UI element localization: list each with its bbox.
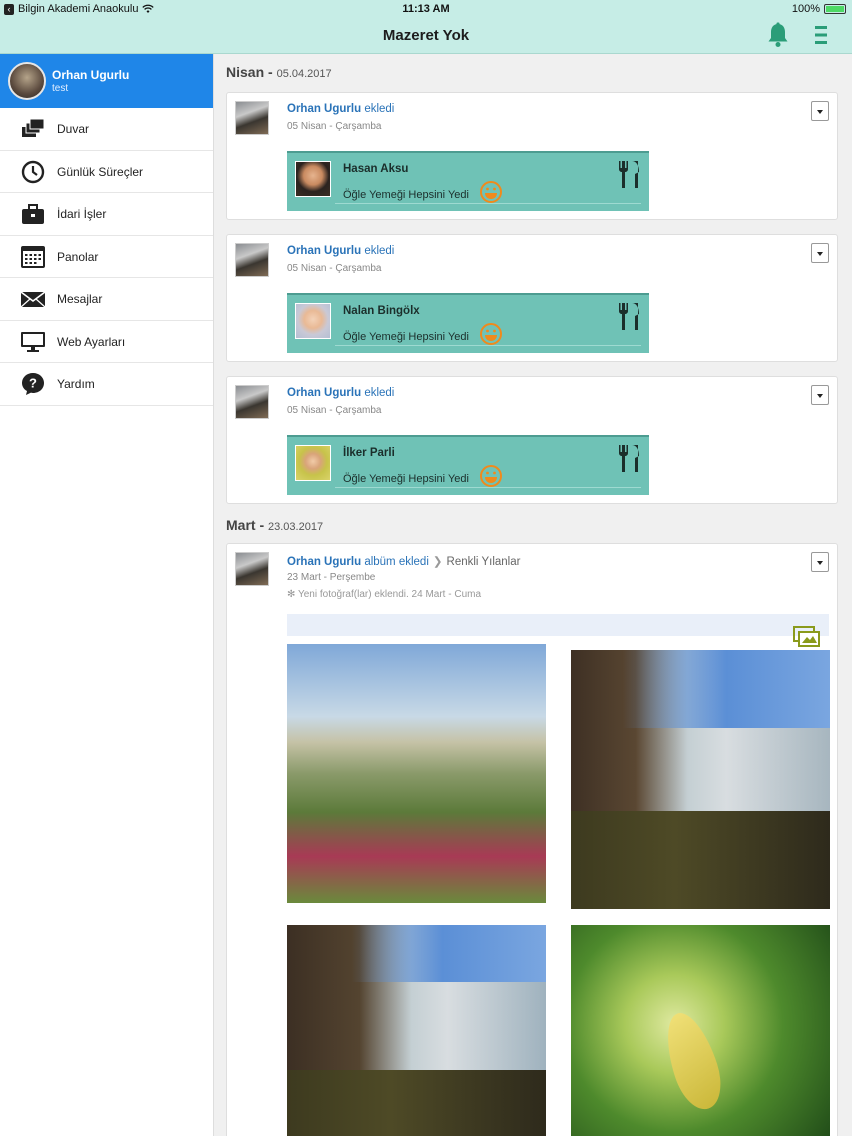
- post-author-line: Orhan Ugurlu albüm ekledi ❯ Renkli Yılanla…: [287, 554, 520, 568]
- smiley-icon: [480, 465, 502, 487]
- new-photos-note: ✻ Yeni fotoğraf(lar) eklendi. 24 Mart - …: [287, 589, 482, 600]
- sidebar-item-mesajlar[interactable]: Mesajlar: [0, 278, 213, 321]
- avatar: [8, 62, 46, 100]
- post-action: ekledi: [361, 387, 395, 399]
- menu-icon[interactable]: [812, 24, 830, 46]
- nav-bar: Mazeret Yok: [0, 18, 852, 54]
- post-options-button[interactable]: [811, 552, 829, 572]
- envelope-icon: [20, 291, 46, 308]
- clock-icon: [21, 160, 45, 183]
- page-title: Mazeret Yok: [382, 27, 470, 44]
- feed-post: Orhan Ugurlu ekledi 05 Nisan - Çarşamba …: [226, 234, 838, 362]
- author-thumbnail[interactable]: [235, 385, 269, 419]
- album-photo[interactable]: [287, 644, 546, 903]
- sidebar-item-label: Panolar: [57, 249, 99, 264]
- album-photo[interactable]: [571, 650, 830, 909]
- album-name-link[interactable]: Renkli Yılanlar: [447, 556, 521, 568]
- album-photo[interactable]: [287, 925, 546, 1136]
- status-bar: ‹ Bilgin Akademi Anaokulu 11:13 AM 100%: [0, 0, 852, 18]
- svg-text:?: ?: [29, 376, 37, 391]
- sidebar: Orhan Ugurlu test Duvar Günlük Süreçler …: [0, 54, 214, 1136]
- battery-icon: [824, 4, 846, 14]
- author-link[interactable]: Orhan Ugurlu: [287, 103, 361, 115]
- author-link[interactable]: Orhan Ugurlu: [287, 387, 361, 399]
- post-options-button[interactable]: [811, 243, 829, 263]
- child-name: Nalan Bingölx: [343, 305, 420, 317]
- month-header: Mart - 23.03.2017: [226, 517, 323, 533]
- month-separator: -: [264, 64, 277, 80]
- bell-icon[interactable]: [766, 22, 790, 48]
- child-name: İlker Parli: [343, 447, 395, 459]
- meal-card: İlker Parli Öğle Yemeği Hepsini Yedi: [287, 435, 649, 495]
- sidebar-item-web-ayarlari[interactable]: Web Ayarları: [0, 321, 213, 363]
- post-date: 05 Nisan - Çarşamba: [287, 405, 382, 416]
- sidebar-item-gunluk-surecler[interactable]: Günlük Süreçler: [0, 151, 213, 193]
- child-photo: [295, 303, 331, 339]
- author-link[interactable]: Orhan Ugurlu: [287, 245, 361, 257]
- gallery-header-bar: [287, 614, 829, 636]
- sidebar-item-label: Duvar: [57, 122, 90, 136]
- sidebar-item-idari-isler[interactable]: İdari İşler: [0, 193, 213, 236]
- fork-knife-icon: [619, 445, 639, 472]
- help-icon: ?: [22, 373, 44, 395]
- sidebar-item-panolar[interactable]: Panolar: [0, 236, 213, 278]
- profile-subtitle: test: [52, 83, 69, 94]
- profile-name: Orhan Ugurlu: [52, 68, 130, 82]
- child-photo: [295, 445, 331, 481]
- fork-knife-icon: [619, 161, 639, 188]
- sidebar-item-yardim[interactable]: ? Yardım: [0, 363, 213, 406]
- meal-status: Öğle Yemeği Hepsini Yedi: [343, 473, 469, 485]
- sidebar-item-duvar[interactable]: Duvar: [0, 108, 213, 151]
- month-date: 23.03.2017: [268, 521, 324, 533]
- monitor-icon: [21, 331, 45, 352]
- post-date: 05 Nisan - Çarşamba: [287, 263, 382, 274]
- post-author-line: Orhan Ugurlu ekledi: [287, 245, 394, 257]
- author-thumbnail[interactable]: [235, 243, 269, 277]
- post-date: 23 Mart - Perşembe: [287, 572, 376, 583]
- calendar-icon: [21, 245, 45, 268]
- feed[interactable]: Nisan - 05.04.2017 Orhan Ugurlu ekledi 0…: [214, 54, 852, 1136]
- post-action: ekledi: [361, 245, 395, 257]
- author-thumbnail[interactable]: [235, 101, 269, 135]
- sidebar-item-label: Mesajlar: [57, 292, 103, 306]
- post-author-line: Orhan Ugurlu ekledi: [287, 103, 394, 115]
- sidebar-item-label: Web Ayarları: [57, 334, 126, 349]
- smiley-icon: [480, 323, 502, 345]
- smiley-icon: [480, 181, 502, 203]
- briefcase-icon: [22, 204, 44, 224]
- meal-status: Öğle Yemeği Hepsini Yedi: [343, 331, 469, 343]
- post-action: albüm ekledi: [361, 556, 429, 568]
- sidebar-item-label: Günlük Süreçler: [57, 164, 144, 179]
- author-thumbnail[interactable]: [235, 552, 269, 586]
- feed-post: Orhan Ugurlu ekledi 05 Nisan - Çarşamba …: [226, 376, 838, 504]
- sidebar-item-label: İdari İşler: [57, 207, 107, 221]
- battery-percent: 100%: [791, 3, 820, 15]
- meal-card: Nalan Bingölx Öğle Yemeği Hepsini Yedi: [287, 293, 649, 353]
- child-photo: [295, 161, 331, 197]
- sidebar-item-label: Yardım: [57, 377, 95, 391]
- post-options-button[interactable]: [811, 385, 829, 405]
- album-post: Orhan Ugurlu albüm ekledi ❯ Renkli Yılanla…: [226, 543, 838, 1136]
- feed-post: Orhan Ugurlu ekledi 05 Nisan - Çarşamba …: [226, 92, 838, 220]
- meal-card: Hasan Aksu Öğle Yemeği Hepsini Yedi: [287, 151, 649, 211]
- month-date: 05.04.2017: [276, 68, 332, 80]
- meal-status: Öğle Yemeği Hepsini Yedi: [343, 189, 469, 201]
- month-separator: -: [255, 517, 269, 533]
- profile-header[interactable]: Orhan Ugurlu test: [0, 54, 213, 108]
- post-options-button[interactable]: [811, 101, 829, 121]
- month-name: Nisan: [226, 64, 265, 80]
- post-author-line: Orhan Ugurlu ekledi: [287, 387, 394, 399]
- month-header: Nisan - 05.04.2017: [226, 64, 332, 80]
- clock: 11:13 AM: [402, 3, 450, 15]
- month-name: Mart: [226, 517, 256, 533]
- post-action: ekledi: [361, 103, 395, 115]
- album-photo[interactable]: [571, 925, 830, 1136]
- post-date: 05 Nisan - Çarşamba: [287, 121, 382, 132]
- author-link[interactable]: Orhan Ugurlu: [287, 556, 361, 568]
- gallery-icon[interactable]: [793, 626, 821, 648]
- fork-knife-icon: [619, 303, 639, 330]
- child-name: Hasan Aksu: [343, 163, 409, 175]
- wall-icon: [22, 118, 45, 137]
- chevron-right-icon: ❯: [432, 556, 443, 568]
